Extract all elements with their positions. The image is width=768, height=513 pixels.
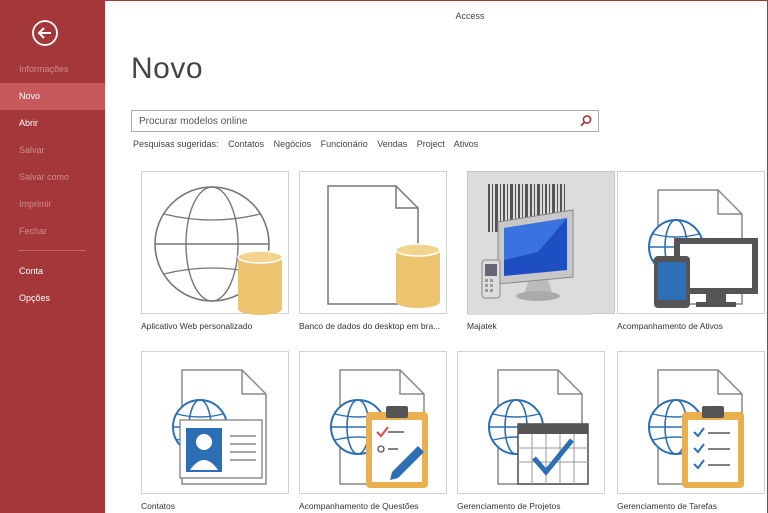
window-border-top <box>105 0 768 1</box>
nav-salvar-como[interactable]: Salvar como <box>0 164 105 191</box>
suggested-link-ativos[interactable]: Ativos <box>454 139 479 149</box>
back-button[interactable] <box>31 19 59 47</box>
template-thumbnail <box>141 171 289 315</box>
barcode-monitor-icon <box>468 172 591 315</box>
suggested-searches: Pesquisas sugeridas: Contatos Negócios F… <box>133 139 485 149</box>
nav-abrir[interactable]: Abrir <box>0 110 105 137</box>
template-thumbnail <box>141 351 289 494</box>
nav-salvar[interactable]: Salvar <box>0 137 105 164</box>
template-search-input[interactable] <box>132 111 572 131</box>
globe-calendar-check-icon <box>488 369 589 485</box>
backstage-sidebar: Informações Novo Abrir Salvar Salvar com… <box>0 0 105 513</box>
globe-clipboard-pen-icon <box>330 369 428 488</box>
template-thumbnail <box>299 351 447 494</box>
template-label: Aplicativo Web personalizado <box>141 321 253 331</box>
template-thumbnail <box>299 171 447 314</box>
globe-clipboard-checklist-icon <box>648 369 744 488</box>
suggested-link-project[interactable]: Project <box>417 139 445 149</box>
template-label: Acompanhamento de Questões <box>299 501 419 511</box>
suggested-link-vendas[interactable]: Vendas <box>377 139 407 149</box>
suggested-link-funcionario[interactable]: Funcionário <box>321 139 368 149</box>
template-label: Acompanhamento de Ativos <box>617 321 723 331</box>
back-arrow-icon <box>32 20 58 46</box>
globe-devices-icon <box>648 189 758 308</box>
template-label: Contatos <box>141 501 176 511</box>
suggested-searches-label: Pesquisas sugeridas: <box>133 139 219 149</box>
template-label: Majatek <box>467 321 497 331</box>
nav-conta[interactable]: Conta <box>0 258 105 285</box>
nav-novo[interactable]: Novo <box>0 83 105 110</box>
globe-contact-card-icon <box>172 369 267 485</box>
template-thumbnail <box>617 351 765 494</box>
suggested-link-contatos[interactable]: Contatos <box>228 139 264 149</box>
template-label: Gerenciamento de Projetos <box>457 501 561 511</box>
template-search-box <box>131 110 599 132</box>
template-label: Banco de dados do desktop em bra... <box>299 321 441 331</box>
document-database-icon <box>327 185 441 308</box>
globe-database-icon <box>154 186 283 315</box>
template-thumbnail <box>457 351 605 494</box>
nav-fechar[interactable]: Fechar <box>0 218 105 245</box>
page-title: Novo <box>131 52 204 85</box>
template-thumbnail <box>467 171 615 315</box>
search-icon[interactable] <box>579 114 593 128</box>
nav-imprimir[interactable]: Imprimir <box>0 191 105 218</box>
suggested-link-negocios[interactable]: Negócios <box>274 139 312 149</box>
template-label: Gerenciamento de Tarefas <box>617 501 718 511</box>
nav-divider <box>18 250 86 251</box>
nav-opcoes[interactable]: Opções <box>0 285 105 312</box>
nav-informacoes[interactable]: Informações <box>0 56 105 83</box>
app-title: Access <box>455 11 485 21</box>
template-thumbnail <box>617 171 765 314</box>
